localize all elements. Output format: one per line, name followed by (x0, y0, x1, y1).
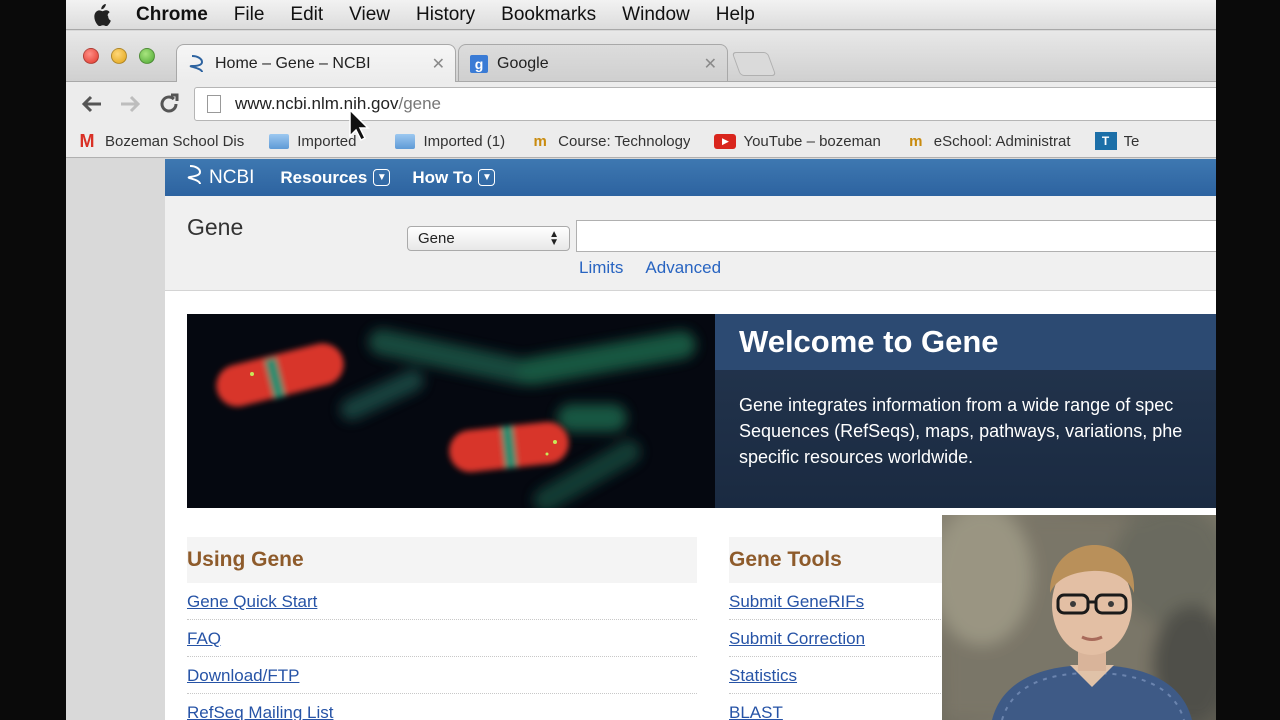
letterbox-right (1216, 0, 1280, 720)
bookmark-bozeman-school[interactable]: M Bozeman School Dis (76, 130, 245, 151)
search-input[interactable] (576, 220, 1216, 252)
te-icon: T (1094, 132, 1117, 150)
browser-toolbar: www.ncbi.nlm.nih.gov /gene (66, 81, 1216, 125)
tab-strip: Home – Gene – NCBI ✕ g Google ✕ (66, 31, 1216, 82)
menu-app-name[interactable]: Chrome (136, 4, 208, 26)
menu-window[interactable]: Window (622, 4, 690, 26)
ncbi-helix-icon (187, 54, 207, 74)
ncbi-helix-icon (187, 164, 203, 192)
menu-history[interactable]: History (416, 4, 475, 26)
chromosome-image (187, 314, 715, 508)
ncbi-logo[interactable]: NCBI (187, 164, 254, 192)
menu-view[interactable]: View (349, 4, 390, 26)
screen: Chrome File Edit View History Bookmarks … (66, 0, 1216, 720)
page-icon (207, 95, 221, 113)
welcome-text-line: specific resources worldwide. (739, 447, 974, 467)
menu-bar: Chrome File Edit View History Bookmarks … (66, 0, 1216, 30)
how-to-menu[interactable]: How To ▼ (412, 167, 496, 188)
folder-icon (268, 133, 290, 149)
bookmark-label: Imported (1) (423, 132, 506, 150)
bookmark-te[interactable]: T Te (1094, 132, 1140, 150)
welcome-banner: Welcome to Gene Gene integrates informat… (187, 314, 1216, 508)
url-host: www.ncbi.nlm.nih.gov (235, 94, 399, 113)
course-icon: m (909, 132, 923, 150)
menu-file[interactable]: File (234, 4, 265, 26)
google-icon: g (469, 54, 489, 74)
select-arrows-icon: ▲ ▼ (549, 228, 559, 248)
bookmark-eschool[interactable]: m eSchool: Administrat (905, 132, 1071, 150)
tab-close-icon[interactable]: ✕ (432, 54, 445, 74)
window-close-button[interactable] (83, 48, 99, 64)
advanced-link[interactable]: Advanced (645, 258, 721, 278)
apple-icon[interactable] (66, 3, 136, 26)
search-links: Limits Advanced (579, 258, 743, 278)
search-bar: Gene Gene ▲ ▼ Limits Advanced (165, 196, 1216, 291)
ncbi-header: NCBI Resources ▼ How To ▼ (165, 159, 1216, 196)
menu-edit[interactable]: Edit (290, 4, 323, 26)
url-path: /gene (398, 94, 442, 113)
forward-arrow-icon[interactable] (116, 90, 144, 118)
bookmark-imported[interactable]: Imported (268, 133, 356, 150)
welcome-text-line: Sequences (RefSeqs), maps, pathways, var… (739, 421, 1183, 441)
menu-bookmarks[interactable]: Bookmarks (501, 4, 596, 26)
download-ftp-link[interactable]: Download/FTP (187, 657, 697, 694)
database-title: Gene (187, 214, 244, 240)
window-zoom-button[interactable] (139, 48, 155, 64)
using-gene-section: Using Gene Gene Quick Start FAQ Download… (187, 537, 697, 720)
chevron-down-icon: ▼ (478, 169, 496, 186)
bookmark-label: Te (1123, 132, 1140, 150)
bookmark-label: YouTube – bozeman (743, 132, 881, 150)
resources-label: Resources (280, 167, 368, 187)
how-to-label: How To (412, 167, 473, 187)
bookmark-label: eSchool: Administrat (933, 132, 1071, 150)
presenter-webcam (942, 515, 1216, 720)
reload-icon[interactable] (155, 90, 183, 118)
tab-title: Home – Gene – NCBI (215, 54, 371, 72)
bookmarks-bar: M Bozeman School Dis Imported Imported (… (66, 125, 1216, 158)
welcome-panel: Welcome to Gene Gene integrates informat… (715, 314, 1216, 508)
new-tab-button[interactable] (731, 52, 777, 76)
bookmark-youtube[interactable]: ▶ YouTube – bozeman (714, 132, 881, 150)
tab-title: Google (497, 54, 549, 72)
ncbi-logo-text: NCBI (209, 166, 255, 188)
letterbox-left (0, 0, 66, 720)
refseq-mailing-list-link[interactable]: RefSeq Mailing List (187, 694, 697, 720)
back-arrow-icon[interactable] (78, 90, 106, 118)
resources-menu[interactable]: Resources ▼ (280, 167, 391, 188)
bookmark-label: Course: Technology (558, 132, 691, 150)
gmail-icon: M (79, 130, 95, 151)
welcome-text-line: Gene integrates information from a wide … (739, 395, 1174, 415)
using-gene-title: Using Gene (187, 537, 697, 583)
tab-close-icon[interactable]: ✕ (704, 54, 717, 74)
welcome-text: Gene integrates information from a wide … (715, 370, 1216, 470)
menu-help[interactable]: Help (716, 4, 755, 26)
bookmark-course-technology[interactable]: m Course: Technology (529, 133, 690, 150)
mouse-cursor-icon (348, 108, 370, 142)
youtube-icon: ▶ (714, 133, 737, 149)
course-icon: m (533, 132, 547, 150)
window-minimize-button[interactable] (111, 48, 127, 64)
tab-google[interactable]: g Google ✕ (458, 44, 728, 82)
folder-icon (394, 133, 416, 149)
tab-ncbi-gene[interactable]: Home – Gene – NCBI ✕ (176, 44, 456, 82)
limits-link[interactable]: Limits (579, 258, 623, 278)
database-select[interactable]: Gene ▲ ▼ (407, 226, 570, 251)
faq-link[interactable]: FAQ (187, 620, 697, 657)
database-select-value: Gene (418, 230, 455, 247)
bookmark-imported-1[interactable]: Imported (1) (394, 133, 505, 150)
bookmark-label: Bozeman School Dis (105, 132, 245, 150)
welcome-title: Welcome to Gene (715, 314, 1216, 370)
chevron-down-icon: ▼ (373, 169, 391, 186)
gene-quick-start-link[interactable]: Gene Quick Start (187, 583, 697, 620)
